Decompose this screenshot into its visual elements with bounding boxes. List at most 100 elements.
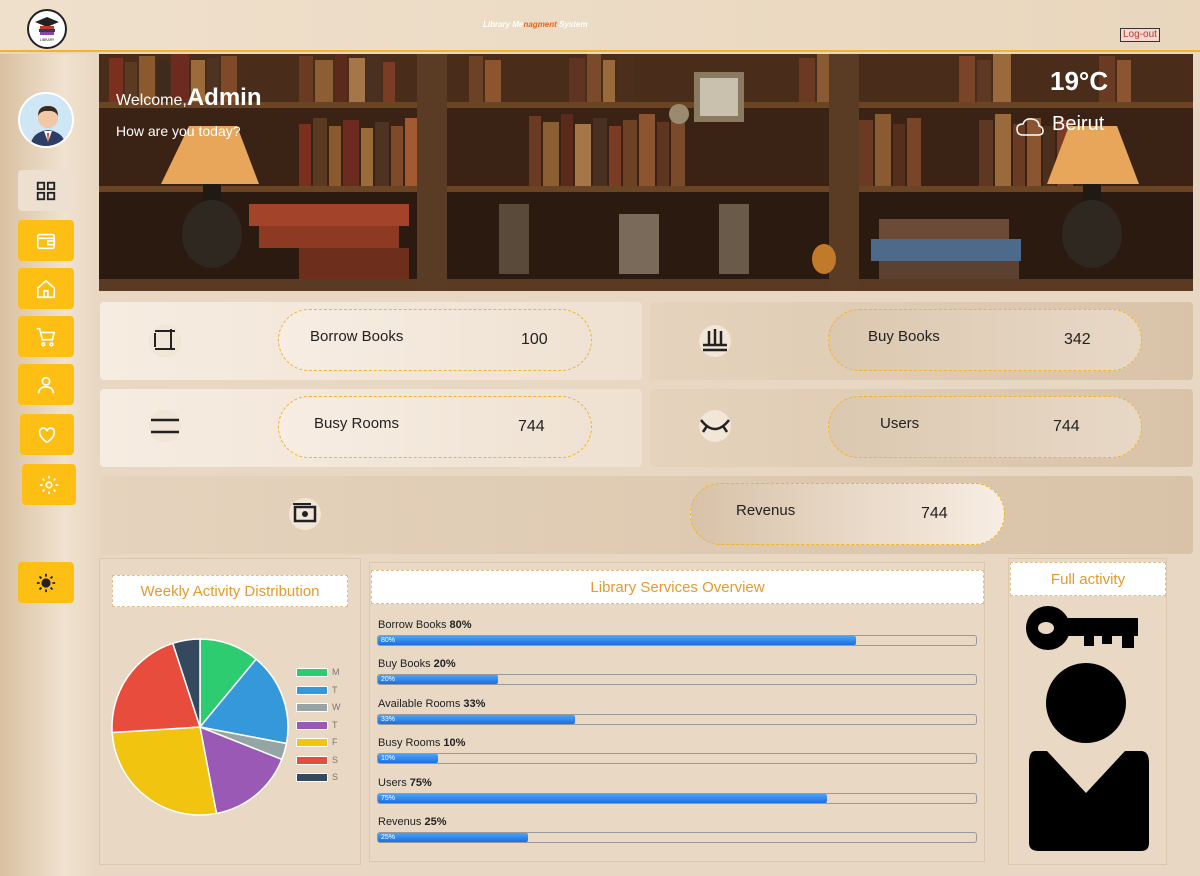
library-shelves-image: [99, 54, 1193, 291]
service-progress-bar: 20%: [377, 674, 977, 686]
full-activity-title: Full activity: [1010, 562, 1166, 596]
users-label: Users: [880, 415, 920, 432]
sidebar-item-favorites[interactable]: [20, 414, 74, 455]
service-progress-text: 75%: [381, 794, 396, 802]
cloud-icon: [1016, 118, 1044, 136]
legend-label: T: [332, 684, 338, 695]
avatar[interactable]: [18, 92, 74, 148]
theme-toggle-button[interactable]: [18, 562, 74, 603]
legend-swatch[interactable]: [296, 755, 328, 765]
logo-text: LIBRARY: [40, 38, 55, 42]
welcome-banner: [99, 54, 1193, 291]
sidebar-item-cart[interactable]: [18, 316, 74, 357]
service-progress-text: 10%: [381, 755, 396, 763]
money-icon: [289, 498, 321, 530]
busy-rooms-label: Busy Rooms: [314, 415, 400, 432]
legend-label: T: [332, 719, 338, 730]
sidebar: [0, 54, 92, 876]
library-logo-icon: LIBRARY: [35, 17, 59, 42]
legend-label: W: [332, 702, 341, 712]
legend-swatch[interactable]: [296, 685, 328, 695]
home-icon: [36, 279, 56, 298]
legend-swatch[interactable]: [296, 668, 328, 677]
sidebar-item-wallet[interactable]: [18, 220, 74, 261]
service-progress-fill: 20%: [378, 675, 498, 685]
service-progress-fill: 10%: [378, 754, 438, 764]
app-title-part-1: Library Me: [483, 20, 524, 29]
app-title-part-2: nagment: [523, 20, 557, 29]
service-progress-fill: 75%: [378, 793, 827, 803]
legend-swatch[interactable]: [296, 720, 328, 730]
service-progress-bar: 33%: [377, 713, 977, 725]
sidebar-item-settings[interactable]: [22, 464, 76, 505]
service-label: Available Rooms 33%: [378, 697, 486, 710]
legend-swatch[interactable]: [296, 773, 328, 782]
grid-icon: [36, 181, 56, 200]
service-progress-text: 80%: [381, 637, 396, 644]
sidebar-item-user[interactable]: [18, 364, 74, 405]
borrow-books-label: Borrow Books: [310, 328, 404, 345]
services-overview-panel: [369, 562, 985, 862]
busy-rooms-value: 744: [518, 418, 545, 435]
app-title-part-3: System: [556, 20, 588, 29]
user-silhouette-icon: [1029, 663, 1149, 851]
service-progress-bar: 80%: [377, 635, 977, 646]
key-icon: [1026, 606, 1138, 650]
service-progress-fill: 33%: [378, 714, 576, 724]
service-progress-fill: 25%: [378, 833, 528, 842]
service-progress-bar: 25%: [377, 832, 977, 843]
revenue-value: 744: [921, 505, 948, 522]
city: Beirut: [1052, 113, 1105, 135]
service-label: Buy Books 20%: [378, 658, 456, 671]
admin-name: Admin: [186, 84, 262, 111]
welcome-text: Welcome,Admin: [116, 84, 262, 112]
service-progress-bar: 75%: [377, 792, 977, 804]
temperature: 19°C: [1050, 66, 1109, 96]
revenue-label: Revenus: [736, 502, 796, 519]
borrow-books-value: 100: [521, 331, 548, 348]
weekly-pie-chart: [111, 638, 289, 816]
legend-label: S: [332, 772, 339, 782]
cart-icon: [36, 327, 56, 347]
buy-books-label: Buy Books: [868, 328, 940, 345]
heart-icon: [38, 426, 56, 443]
legend-label: M: [332, 667, 340, 677]
app-title: Library Menagment System: [483, 20, 588, 29]
service-label: Users 75%: [378, 776, 432, 789]
revenue-card[interactable]: [100, 476, 1193, 554]
service-progress-text: 33%: [381, 715, 396, 723]
legend-swatch[interactable]: [296, 703, 328, 712]
user-icon: [37, 376, 55, 393]
gear-icon: [39, 475, 59, 494]
service-progress-text: 20%: [381, 676, 396, 684]
services-overview-title: Library Services Overview: [371, 570, 984, 604]
logout-button[interactable]: Log-out: [1120, 28, 1160, 42]
library-logo[interactable]: LIBRARY: [27, 9, 67, 49]
service-progress-fill: 80%: [378, 636, 857, 645]
legend-label: F: [332, 737, 338, 747]
greeting-text: How are you today?: [116, 123, 241, 139]
service-progress-bar: 10%: [377, 753, 977, 765]
users-icon: [699, 410, 731, 442]
sidebar-item-home[interactable]: [18, 268, 74, 309]
legend-label: S: [332, 754, 339, 765]
buy-books-value: 342: [1064, 331, 1091, 348]
sidebar-item-dashboard[interactable]: [18, 170, 74, 211]
legend-swatch[interactable]: [296, 738, 328, 747]
service-label: Revenus 25%: [378, 816, 447, 828]
service-progress-text: 25%: [381, 834, 396, 841]
wallet-icon: [36, 233, 56, 249]
buy-books-icon: [699, 325, 731, 357]
welcome-label: Welcome,: [116, 92, 187, 109]
users-pill: [828, 396, 1142, 458]
sun-icon: [36, 573, 56, 592]
room-icon: [149, 410, 181, 442]
users-value: 744: [1053, 418, 1080, 435]
weekly-activity-title: Weekly Activity Distribution: [112, 575, 348, 607]
top-bar: LIBRARY Library Menagment System Log-out: [0, 0, 1200, 52]
borrow-book-icon: [149, 325, 181, 357]
service-label: Busy Rooms 10%: [378, 737, 466, 750]
pie-slice-4[interactable]: [111, 726, 218, 816]
service-label: Borrow Books 80%: [378, 619, 472, 631]
admin-avatar-icon: [20, 94, 72, 146]
